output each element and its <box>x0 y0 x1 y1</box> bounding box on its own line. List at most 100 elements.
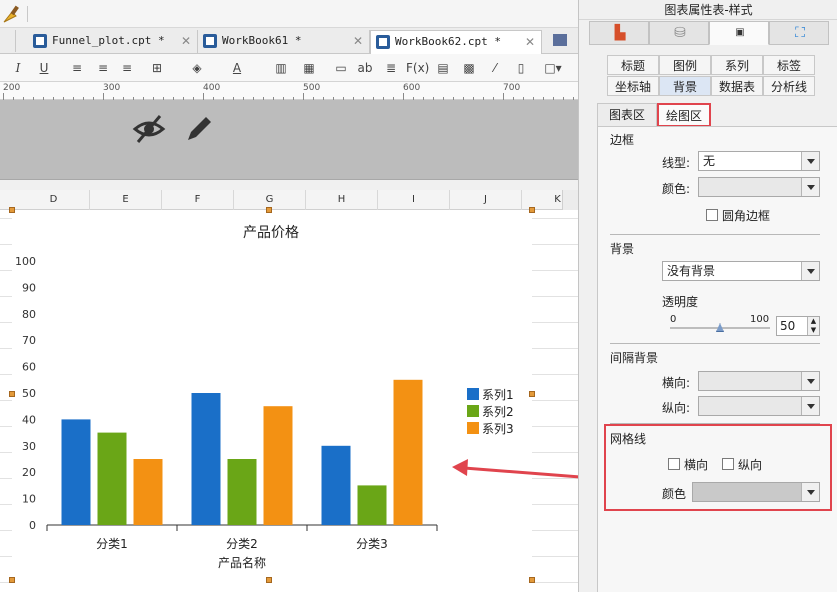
border-color-select[interactable] <box>698 177 820 197</box>
subtab-legend[interactable]: 图例 <box>659 55 711 75</box>
opacity-input[interactable]: 50 ▲ ▼ <box>776 316 820 336</box>
align-left-icon[interactable]: ≡ <box>66 58 88 78</box>
resize-handle[interactable] <box>9 207 15 213</box>
y-tick-label: 0 <box>29 519 36 532</box>
cell-border-icon[interactable]: □▾ <box>538 58 568 78</box>
column-header-cell[interactable]: F <box>162 190 234 210</box>
split-cells-icon[interactable]: ▦ <box>298 58 320 78</box>
legend-swatch <box>467 422 479 434</box>
tab-chart-area[interactable]: 图表区 <box>597 103 657 127</box>
subtab-analysis-line[interactable]: 分析线 <box>763 76 815 96</box>
resize-handle[interactable] <box>266 207 272 213</box>
subtab-series[interactable]: 系列 <box>711 55 763 75</box>
underline-button[interactable]: U <box>36 58 52 78</box>
merge-cells-icon[interactable]: ▥ <box>270 58 292 78</box>
tab-chart-type[interactable]: ▙ <box>589 21 649 45</box>
chevron-down-icon[interactable] <box>801 178 819 196</box>
tab-plot-area[interactable]: 绘图区 <box>657 103 711 127</box>
tab-menu-icon[interactable] <box>553 34 567 46</box>
tab-funnel-plot[interactable]: Funnel_plot.cpt * ✕ <box>28 30 198 54</box>
opacity-label: 透明度 <box>662 295 699 309</box>
column-header-cell[interactable]: H <box>306 190 378 210</box>
panel-mode-tabs: ▙ ⛁ ▣ ⛶ <box>589 21 829 45</box>
spinner-arrows-icon[interactable]: ▲ ▼ <box>807 317 819 335</box>
italic-button[interactable]: I <box>10 58 26 78</box>
rounded-border-checkbox[interactable] <box>706 209 718 221</box>
brush-icon[interactable] <box>2 4 24 24</box>
close-icon[interactable]: ✕ <box>353 30 363 52</box>
chart-widget[interactable]: 产品价格 0 10 20 30 40 50 60 70 80 90 100 分类1 分类2 分类3 产品名称 系… <box>12 210 532 592</box>
subtab-label[interactable]: 标签 <box>763 55 815 75</box>
insert-image-icon[interactable]: ▩ <box>458 58 480 78</box>
resize-handle[interactable] <box>529 577 535 583</box>
background-select[interactable]: 没有背景 <box>662 261 820 281</box>
slash-icon[interactable]: ⁄ <box>484 58 506 78</box>
opacity-value: 50 <box>780 319 796 333</box>
line-type-select[interactable]: 无 <box>698 151 820 171</box>
insert-cell-icon[interactable]: ▭ <box>330 58 352 78</box>
background-value: 没有背景 <box>667 264 716 278</box>
resize-handle[interactable] <box>266 577 272 583</box>
insert-text-button[interactable]: ab <box>354 58 376 78</box>
tab-label: Funnel_plot.cpt * <box>52 34 165 47</box>
resize-handle[interactable] <box>9 391 15 397</box>
font-color-icon[interactable]: A <box>226 58 248 78</box>
x-axis-title: 产品名称 <box>218 555 266 570</box>
legend-swatch <box>467 405 479 417</box>
insert-chart-icon[interactable]: ▤ <box>432 58 454 78</box>
fill-color-icon[interactable]: ◈ <box>186 58 208 78</box>
hide-eye-icon[interactable] <box>132 112 166 146</box>
line-type-label: 线型: <box>662 156 691 170</box>
tab-style[interactable]: ▣ <box>709 21 769 45</box>
tab-data[interactable]: ⛁ <box>649 21 709 45</box>
subtab-axis[interactable]: 坐标轴 <box>607 76 659 96</box>
panel-title: 图表属性表-样式 <box>579 0 837 20</box>
bar-chart[interactable]: 产品价格 0 10 20 30 40 50 60 70 80 90 100 分类1 分类2 分类3 产品名称 系… <box>12 210 532 592</box>
chevron-down-icon[interactable] <box>801 262 819 280</box>
interval-vertical-label: 纵向: <box>662 401 691 415</box>
close-icon[interactable]: ✕ <box>181 30 191 52</box>
format-toolbar: I U ≡ ≡ ≡ ⊞ ◈ A ▥ ▦ ▭ ab ≣ F(x) ▤ ▩ ⁄ ▯ … <box>0 54 578 82</box>
subtab-background[interactable]: 背景 <box>659 76 711 96</box>
close-icon[interactable]: ✕ <box>525 31 535 53</box>
tab-scroll-left[interactable] <box>0 30 16 52</box>
align-right-icon[interactable]: ≡ <box>116 58 138 78</box>
y-tick-label: 90 <box>22 281 36 294</box>
interval-vertical-select[interactable] <box>698 396 820 416</box>
ruler-mark: 300 <box>103 83 121 93</box>
subtab-title[interactable]: 标题 <box>607 55 659 75</box>
tab-workbook62[interactable]: WorkBook62.cpt * ✕ <box>370 30 542 54</box>
tab-workbook61[interactable]: WorkBook61 * ✕ <box>198 30 370 54</box>
column-header-cell[interactable]: J <box>450 190 522 210</box>
column-header-cell[interactable]: D <box>18 190 90 210</box>
top-toolbar <box>0 0 578 28</box>
divider <box>610 343 820 344</box>
report-editor: Funnel_plot.cpt * ✕ WorkBook61 * ✕ WorkB… <box>0 0 578 592</box>
subtab-datasheet[interactable]: 数据表 <box>711 76 763 96</box>
legend-swatch <box>467 388 479 400</box>
ruler-tick <box>3 93 4 100</box>
workbook-icon <box>203 34 217 48</box>
ruler-tick <box>403 93 404 100</box>
chevron-down-icon[interactable] <box>801 372 819 390</box>
tab-effects[interactable]: ⛶ <box>769 21 829 45</box>
chevron-down-icon[interactable] <box>801 397 819 415</box>
formula-button[interactable]: F(x) <box>406 58 429 78</box>
bar <box>321 445 351 525</box>
align-center-icon[interactable]: ≡ <box>92 58 114 78</box>
bar <box>133 459 163 525</box>
ruler-mark: 600 <box>403 83 421 93</box>
chevron-down-icon[interactable] <box>801 152 819 170</box>
resize-handle[interactable] <box>529 207 535 213</box>
edit-pencil-icon[interactable] <box>182 112 216 146</box>
resize-handle[interactable] <box>9 577 15 583</box>
column-header-cell[interactable]: E <box>90 190 162 210</box>
section-interval-background: 间隔背景 <box>610 351 659 365</box>
clear-icon[interactable]: ▯ <box>510 58 532 78</box>
paragraph-icon[interactable]: ≣ <box>380 58 402 78</box>
interval-horizontal-select[interactable] <box>698 371 820 391</box>
column-header-cell[interactable]: I <box>378 190 450 210</box>
resize-handle[interactable] <box>529 391 535 397</box>
ruler-ticks <box>0 93 578 100</box>
border-icon[interactable]: ⊞ <box>146 58 168 78</box>
